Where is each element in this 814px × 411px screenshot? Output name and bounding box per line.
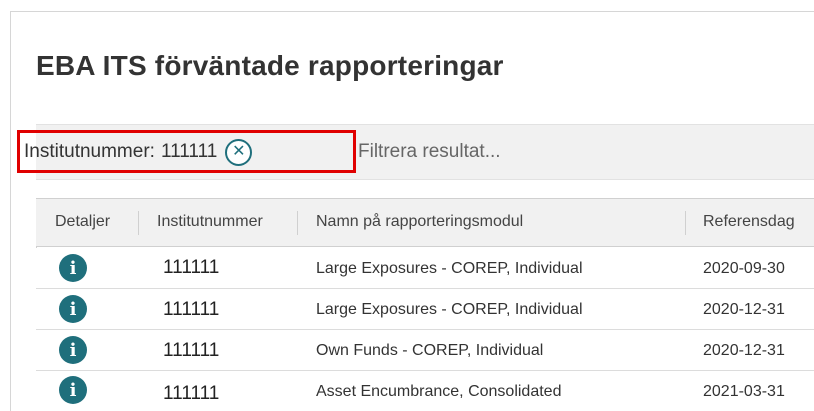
column-separator [685, 211, 686, 235]
column-header-institutnummer[interactable]: Institutnummer [157, 213, 263, 231]
cell-referensdag: 2020-12-31 [703, 342, 785, 359]
cell-modul: Own Funds - COREP, Individual [316, 342, 544, 359]
info-icon[interactable]: i [59, 336, 87, 364]
cell-modul: Large Exposures - COREP, Individual [316, 260, 583, 277]
cell-referensdag: 2020-09-30 [703, 260, 785, 277]
column-header-referensdag[interactable]: Referensdag [703, 213, 795, 231]
filter-input[interactable] [358, 138, 788, 166]
cell-modul: Large Exposures - COREP, Individual [316, 301, 583, 318]
cell-institutnummer: 111111 [163, 383, 220, 404]
cell-referensdag: 2021-03-31 [703, 383, 785, 400]
column-separator [138, 211, 139, 235]
highlight-box [17, 130, 356, 173]
cell-institutnummer: 111111 [163, 299, 220, 320]
column-header-detaljer[interactable]: Detaljer [55, 213, 110, 231]
page-title: EBA ITS förväntade rapporteringar [36, 50, 504, 81]
info-icon[interactable]: i [59, 295, 87, 323]
cell-institutnummer: 111111 [163, 257, 220, 278]
info-icon[interactable]: i [59, 254, 87, 282]
cell-referensdag: 2020-12-31 [703, 301, 785, 318]
cell-institutnummer: 111111 [163, 340, 220, 361]
column-separator [297, 211, 298, 235]
cell-modul: Asset Encumbrance, Consolidated [316, 383, 562, 400]
column-header-modul[interactable]: Namn på rapporteringsmodul [316, 213, 523, 231]
info-icon[interactable]: i [59, 376, 87, 404]
